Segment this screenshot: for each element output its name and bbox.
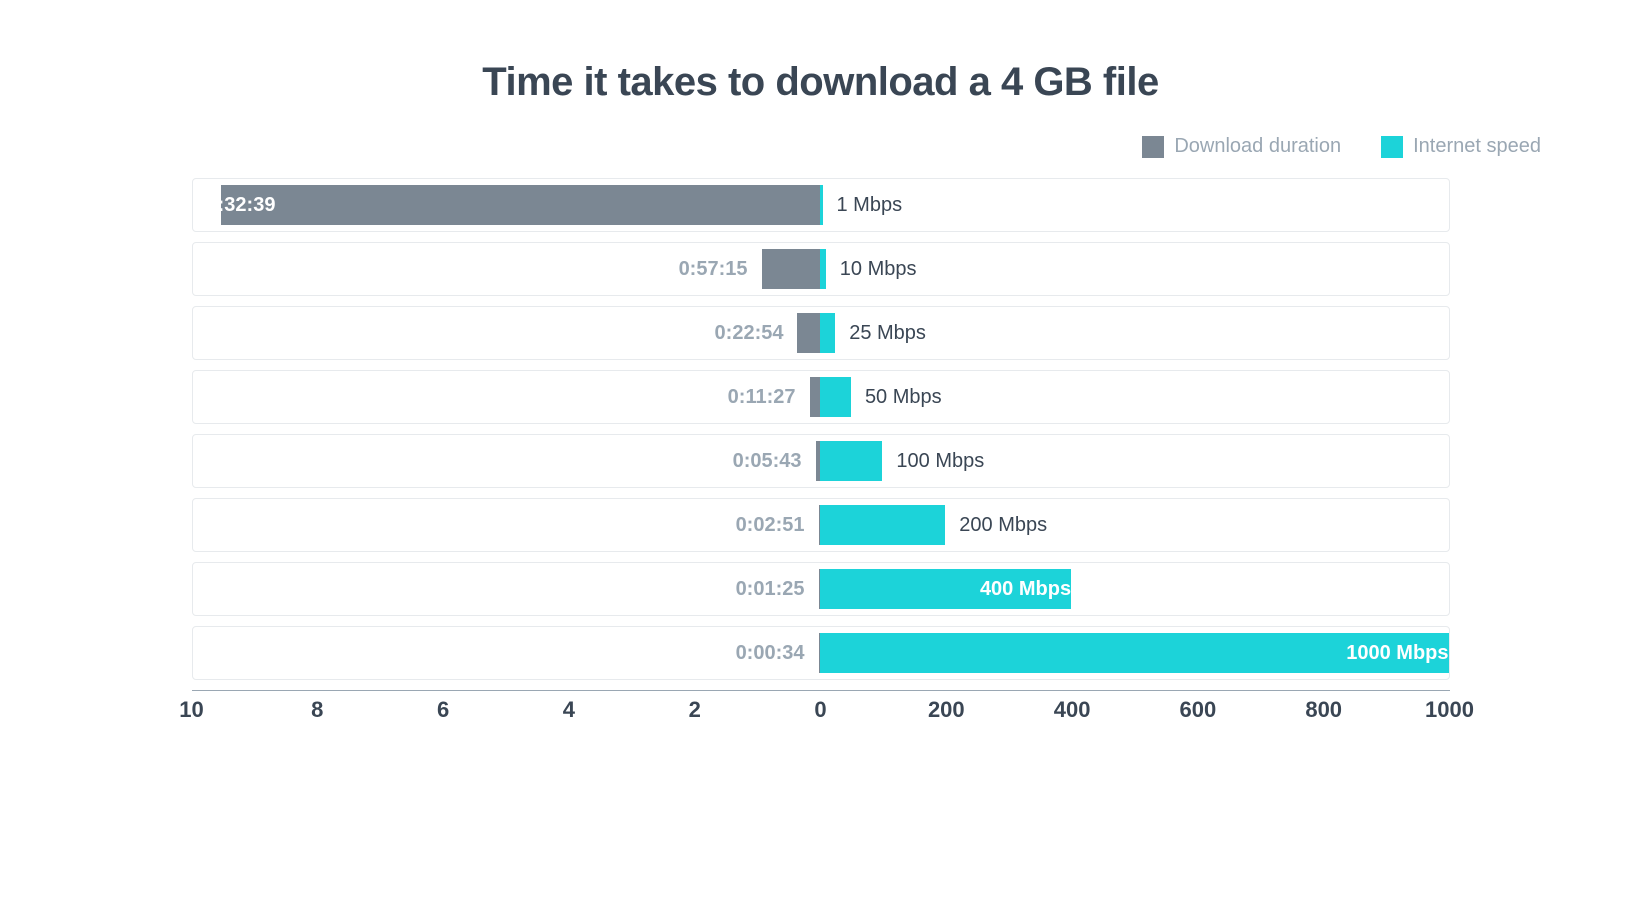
bar-speed bbox=[820, 377, 851, 417]
chart-row: 0:05:43 100 Mbps bbox=[192, 434, 1450, 488]
bar-speed bbox=[820, 313, 836, 353]
axis-tick: 10 bbox=[179, 697, 203, 723]
axis-tick: 8 bbox=[311, 697, 323, 723]
label-duration: 0:57:15 bbox=[679, 243, 762, 295]
label-speed: 10 Mbps bbox=[826, 243, 917, 295]
legend: Download duration Internet speed bbox=[60, 135, 1541, 158]
legend-item-speed: Internet speed bbox=[1381, 135, 1541, 158]
x-axis: 10864202004006008001000 bbox=[192, 690, 1450, 731]
chart-title: Time it takes to download a 4 GB file bbox=[60, 60, 1581, 105]
axis-tick: 6 bbox=[437, 697, 449, 723]
chart-row: 0:00:341000 Mbps bbox=[192, 626, 1450, 680]
legend-item-duration: Download duration bbox=[1142, 135, 1341, 158]
label-speed: 1000 Mbps bbox=[820, 627, 1463, 679]
axis-tick: 2 bbox=[689, 697, 701, 723]
axis-tick: 400 bbox=[1054, 697, 1091, 723]
label-speed: 50 Mbps bbox=[851, 371, 942, 423]
chart-row: 0:57:15 10 Mbps bbox=[192, 242, 1450, 296]
label-duration: 0:22:54 bbox=[715, 307, 798, 359]
chart-row: 0:01:25400 Mbps bbox=[192, 562, 1450, 616]
plot-area: 9:32:39 1 Mbps 0:57:15 10 Mbps 0:22:54 25 Mbp… bbox=[192, 178, 1450, 680]
chart-container: Time it takes to download a 4 GB file Do… bbox=[0, 0, 1641, 919]
bar-speed bbox=[820, 505, 946, 545]
chart-row: 0:11:27 50 Mbps bbox=[192, 370, 1450, 424]
legend-label-duration: Download duration bbox=[1174, 135, 1341, 158]
legend-swatch-speed bbox=[1381, 136, 1403, 158]
bar-duration bbox=[797, 313, 821, 353]
label-duration: 0:00:34 bbox=[736, 627, 819, 679]
label-speed: 1 Mbps bbox=[823, 179, 903, 231]
axis-tick: 200 bbox=[928, 697, 965, 723]
legend-label-speed: Internet speed bbox=[1413, 135, 1541, 158]
axis-tick: 600 bbox=[1180, 697, 1217, 723]
axis-tick: 1000 bbox=[1425, 697, 1474, 723]
bar-speed bbox=[820, 441, 883, 481]
label-speed: 200 Mbps bbox=[945, 499, 1047, 551]
chart-row: 0:22:54 25 Mbps bbox=[192, 306, 1450, 360]
axis-tick: 800 bbox=[1305, 697, 1342, 723]
label-duration: 0:02:51 bbox=[736, 499, 819, 551]
bar-duration bbox=[762, 249, 822, 289]
axis-tick: 0 bbox=[814, 697, 826, 723]
legend-swatch-duration bbox=[1142, 136, 1164, 158]
label-speed: 25 Mbps bbox=[835, 307, 926, 359]
chart-row: 9:32:39 1 Mbps bbox=[192, 178, 1450, 232]
label-duration: 0:11:27 bbox=[728, 371, 810, 423]
label-speed: 400 Mbps bbox=[820, 563, 1086, 615]
label-duration: 9:32:39 bbox=[193, 179, 807, 231]
label-speed: 100 Mbps bbox=[882, 435, 984, 487]
axis-tick: 4 bbox=[563, 697, 575, 723]
label-duration: 0:05:43 bbox=[733, 435, 816, 487]
chart-row: 0:02:51 200 Mbps bbox=[192, 498, 1450, 552]
label-duration: 0:01:25 bbox=[736, 563, 819, 615]
